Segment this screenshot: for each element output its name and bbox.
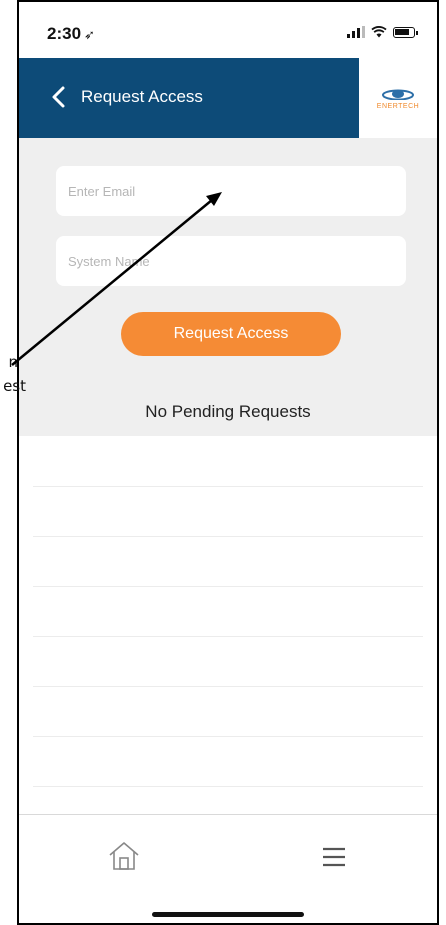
pending-requests-status: No Pending Requests	[145, 402, 311, 421]
annotation-text-1: n	[8, 353, 18, 371]
list-divider	[33, 486, 423, 487]
location-icon: ➶	[84, 27, 95, 42]
page-title: Request Access	[81, 87, 203, 106]
logo-text: ENERTECH	[376, 103, 420, 110]
list-divider	[33, 636, 423, 637]
menu-icon[interactable]	[321, 845, 347, 869]
signal-icon	[347, 26, 365, 38]
annotation-text-2: est	[3, 377, 26, 395]
logo: ENERTECH	[359, 58, 437, 138]
request-form: Request Access No Pending Requests	[19, 138, 437, 436]
status-time: 2:30 ➶	[47, 24, 95, 44]
time-text: 2:30	[47, 24, 82, 43]
request-access-button[interactable]: Request Access	[121, 312, 341, 356]
system-name-field[interactable]	[56, 236, 406, 286]
back-button[interactable]	[45, 82, 75, 112]
list-divider	[33, 786, 423, 787]
app-header: Request Access ENERTECH	[19, 58, 437, 138]
list-divider	[33, 736, 423, 737]
requests-list	[19, 436, 437, 814]
list-divider	[33, 686, 423, 687]
wifi-icon	[371, 26, 387, 38]
tab-bar	[19, 814, 437, 923]
home-icon[interactable]	[107, 839, 141, 873]
status-bar: 2:30 ➶	[19, 2, 437, 58]
phone-frame: 2:30 ➶ Request Access ENERTECH Enter Ema…	[17, 0, 439, 925]
email-field[interactable]	[56, 166, 406, 216]
list-divider	[33, 586, 423, 587]
status-icons	[347, 26, 418, 38]
home-indicator[interactable]	[152, 912, 304, 917]
logo-icon	[382, 89, 414, 100]
battery-icon	[393, 26, 418, 38]
list-divider	[33, 536, 423, 537]
